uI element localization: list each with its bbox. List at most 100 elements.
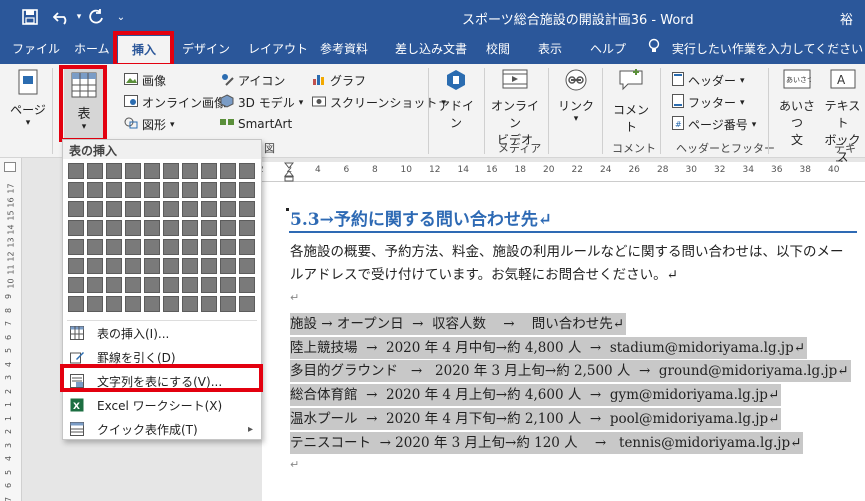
text-line[interactable]: 施設 → オープン日 → 収容人数 → 問い合わせ先↵ — [290, 313, 627, 335]
grid-cell[interactable] — [182, 296, 198, 312]
grid-cell[interactable] — [106, 163, 122, 179]
horizontal-ruler[interactable]: 2246810121416182022242628303234363840 — [178, 162, 865, 182]
menu-excel-worksheet[interactable]: X Excel ワークシート(X) — [63, 393, 261, 417]
grid-cell[interactable] — [144, 163, 160, 179]
grid-cell[interactable] — [239, 163, 255, 179]
text-line[interactable]: 陸上競技場 → 2020 年 4 月中旬→約 4,800 人 → stadium… — [290, 337, 808, 359]
grid-cell[interactable] — [201, 296, 217, 312]
grid-cell[interactable] — [182, 239, 198, 255]
grid-cell[interactable] — [125, 163, 141, 179]
grid-cell[interactable] — [87, 277, 103, 293]
grid-cell[interactable] — [163, 163, 179, 179]
pictures-button[interactable]: 画像 — [124, 72, 166, 89]
grid-cell[interactable] — [220, 163, 236, 179]
addins-button[interactable]: アドイ ン — [436, 68, 476, 131]
grid-cell[interactable] — [87, 182, 103, 198]
3d-models-button[interactable]: 3D モデル ▾ — [220, 94, 303, 111]
grid-cell[interactable] — [220, 277, 236, 293]
grid-cell[interactable] — [125, 277, 141, 293]
grid-cell[interactable] — [163, 277, 179, 293]
menu-insert-table[interactable]: 表の挿入(I)... — [63, 321, 261, 345]
grid-cell[interactable] — [68, 239, 84, 255]
tab-view[interactable]: 表示 — [532, 34, 568, 64]
grid-cell[interactable] — [144, 296, 160, 312]
grid-cell[interactable] — [239, 258, 255, 274]
tab-selector[interactable] — [4, 162, 16, 172]
grid-cell[interactable] — [87, 220, 103, 236]
grid-cell[interactable] — [182, 201, 198, 217]
grid-cell[interactable] — [68, 182, 84, 198]
grid-cell[interactable] — [220, 220, 236, 236]
grid-cell[interactable] — [182, 182, 198, 198]
grid-cell[interactable] — [201, 220, 217, 236]
text-line[interactable]: 多目的グラウンド → 2020 年 3 月上旬→約 2,500 人 → grou… — [290, 360, 851, 382]
smartart-button[interactable]: SmartArt — [220, 116, 292, 131]
link-button[interactable]: リンク ▾ — [556, 68, 596, 124]
grid-cell[interactable] — [125, 201, 141, 217]
tab-layout[interactable]: レイアウト — [242, 34, 314, 64]
grid-cell[interactable] — [144, 201, 160, 217]
tab-review[interactable]: 校閲 — [480, 34, 516, 64]
grid-cell[interactable] — [87, 296, 103, 312]
tab-help[interactable]: ヘルプ — [584, 34, 632, 64]
chart-button[interactable]: グラフ — [312, 72, 366, 89]
grid-cell[interactable] — [87, 163, 103, 179]
grid-cell[interactable] — [239, 296, 255, 312]
grid-cell[interactable] — [201, 277, 217, 293]
grid-cell[interactable] — [125, 182, 141, 198]
grid-cell[interactable] — [163, 182, 179, 198]
grid-cell[interactable] — [163, 220, 179, 236]
vertical-ruler[interactable]: 17 16 15 14 13 12 11 10 9 8 7 6 5 4 3 2 1 1 2 3 4 5 6 7 — [0, 158, 22, 501]
redo-icon[interactable] — [86, 7, 106, 27]
grid-cell[interactable] — [239, 277, 255, 293]
grid-cell[interactable] — [182, 277, 198, 293]
grid-cell[interactable] — [106, 220, 122, 236]
page-number-button[interactable]: # ページ番号 ▾ — [672, 116, 756, 133]
tell-me-box[interactable]: 実行したい作業を入力してください — [648, 34, 863, 64]
grid-cell[interactable] — [144, 258, 160, 274]
paragraph-line-2[interactable]: ルアドレスで受け付けています。お気軽にお問合せください。↵ — [290, 263, 858, 287]
grid-cell[interactable] — [87, 239, 103, 255]
tab-design[interactable]: デザイン — [176, 34, 236, 64]
tab-mailings[interactable]: 差し込み文書 — [389, 34, 473, 64]
grid-cell[interactable] — [68, 220, 84, 236]
grid-cell[interactable] — [68, 277, 84, 293]
grid-cell[interactable] — [68, 258, 84, 274]
pages-button[interactable]: ページ ▾ — [8, 68, 48, 128]
grid-cell[interactable] — [220, 239, 236, 255]
undo-dropdown-icon[interactable]: ▾ — [74, 7, 84, 27]
grid-cell[interactable] — [68, 296, 84, 312]
text-line[interactable]: 温水プール → 2020 年 4 月下旬→約 2,100 人 → pool@mi… — [290, 408, 782, 430]
grid-cell[interactable] — [68, 163, 84, 179]
grid-cell[interactable] — [182, 258, 198, 274]
grid-cell[interactable] — [106, 239, 122, 255]
grid-cell[interactable] — [220, 296, 236, 312]
comment-button[interactable]: コメント — [608, 68, 654, 135]
grid-cell[interactable] — [144, 277, 160, 293]
grid-cell[interactable] — [125, 258, 141, 274]
grid-cell[interactable] — [68, 201, 84, 217]
grid-cell[interactable] — [144, 239, 160, 255]
grid-cell[interactable] — [201, 258, 217, 274]
grid-cell[interactable] — [201, 201, 217, 217]
grid-cell[interactable] — [87, 258, 103, 274]
grid-cell[interactable] — [125, 296, 141, 312]
grid-cell[interactable] — [125, 239, 141, 255]
header-button[interactable]: ヘッダー ▾ — [672, 72, 745, 89]
customize-icon[interactable]: ⌄ — [114, 7, 128, 27]
undo-icon[interactable] — [50, 7, 74, 27]
paragraph-line-1[interactable]: 各施設の概要、予約方法、料金、施設の利用ルールなどに関する問い合わせは、以下のメ… — [290, 240, 858, 264]
grid-cell[interactable] — [144, 220, 160, 236]
greeting-button[interactable]: あいさつ あいさつ 文 — [774, 68, 820, 148]
online-video-button[interactable]: オンライン ビデオ — [490, 68, 540, 148]
grid-cell[interactable] — [201, 163, 217, 179]
grid-cell[interactable] — [239, 220, 255, 236]
grid-cell[interactable] — [239, 239, 255, 255]
grid-cell[interactable] — [163, 201, 179, 217]
shapes-button[interactable]: 図形 ▾ — [124, 116, 175, 133]
grid-cell[interactable] — [163, 296, 179, 312]
grid-cell[interactable] — [163, 239, 179, 255]
grid-cell[interactable] — [182, 220, 198, 236]
tab-home[interactable]: ホーム — [68, 34, 116, 64]
grid-cell[interactable] — [201, 182, 217, 198]
